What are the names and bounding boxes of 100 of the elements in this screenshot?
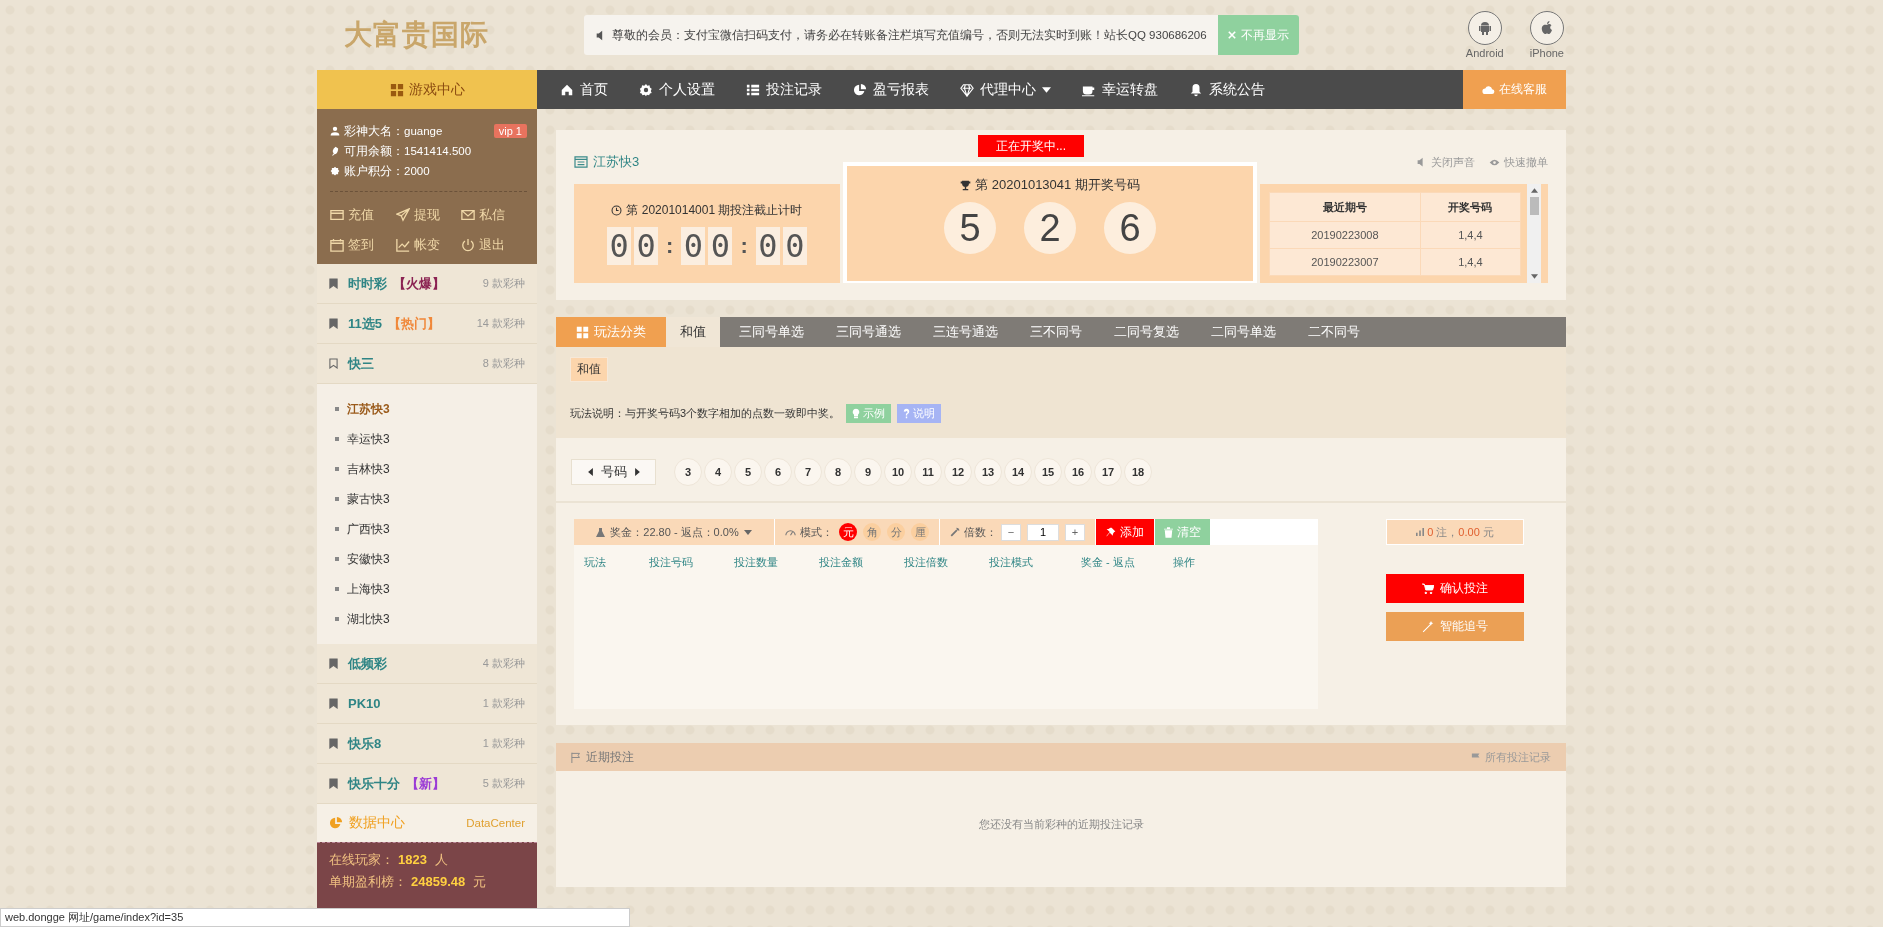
number-ball[interactable]: 14: [1004, 458, 1032, 486]
account-action-link[interactable]: 私信: [461, 202, 527, 228]
lottery-link[interactable]: 广西快3: [317, 514, 537, 544]
empty-message: 您还没有当前彩种的近期投注记录: [977, 817, 1145, 832]
number-ball[interactable]: 10: [884, 458, 912, 486]
cart-icon: [1422, 583, 1434, 594]
nav-link[interactable]: 代理中心: [960, 80, 1051, 99]
nav-link[interactable]: 投注记录: [746, 80, 822, 99]
nav-link[interactable]: 盈亏报表: [853, 80, 929, 99]
summary-text: 0 注，0.00 元: [1427, 524, 1494, 540]
account-info: 彩神大名：guange: [344, 123, 443, 139]
quick-cancel-link[interactable]: 快速撤单: [1489, 154, 1548, 170]
nav-link[interactable]: 幸运转盘: [1082, 80, 1158, 99]
lottery-category[interactable]: 11选5 【热门】 14 款彩种: [317, 304, 537, 344]
lottery-link[interactable]: 蒙古快3: [317, 484, 537, 514]
play-tab[interactable]: 三同号通选: [823, 317, 914, 347]
confirm-bet-button[interactable]: 确认投注: [1386, 574, 1524, 603]
recent-bets-title: 近期投注: [571, 748, 634, 766]
countdown-digit: 0: [607, 227, 632, 265]
column-header: 最近期号: [1269, 192, 1421, 222]
play-tab[interactable]: 三连号通选: [920, 317, 1011, 347]
gauge-icon: [785, 528, 796, 536]
sub-play-tab[interactable]: 和值: [570, 357, 608, 382]
countdown-digit: 0: [755, 227, 780, 265]
lottery-category[interactable]: 快三 8 款彩种: [317, 344, 537, 384]
lottery-link[interactable]: 吉林快3: [317, 454, 537, 484]
mute-sound-link[interactable]: 关闭声音: [1417, 154, 1475, 170]
number-ball[interactable]: 8: [824, 458, 852, 486]
play-tab[interactable]: 二同号复选: [1101, 317, 1192, 347]
wand-icon: [1422, 620, 1434, 633]
account-action-link[interactable]: 帐变: [395, 232, 462, 258]
number-ball[interactable]: 9: [854, 458, 882, 486]
category-count: 1 款彩种: [482, 736, 525, 751]
prize-selector[interactable]: 奖金：22.80 - 返点：0.0%: [574, 519, 774, 545]
pie-icon: [853, 82, 867, 97]
game-center-tab[interactable]: 游戏中心: [317, 70, 537, 109]
lottery-category[interactable]: 快乐8 1 款彩种: [317, 724, 537, 764]
play-description: 玩法说明：与开奖号码3个数字相加的点数一致即中奖。: [570, 406, 841, 421]
play-tab[interactable]: 三不同号: [1017, 317, 1095, 347]
table-cell: 1,4,4: [1420, 221, 1521, 249]
pin-icon: [1106, 527, 1116, 537]
play-tab[interactable]: 和值: [666, 317, 720, 347]
multiplier-input[interactable]: 1: [1027, 523, 1059, 541]
lottery-link[interactable]: 上海快3: [317, 574, 537, 604]
mode-option[interactable]: 厘: [911, 523, 929, 541]
scrollbar-thumb[interactable]: [1529, 197, 1539, 215]
mode-option[interactable]: 元: [839, 523, 857, 541]
number-ball[interactable]: 11: [914, 458, 942, 486]
number-ball[interactable]: 18: [1124, 458, 1152, 486]
play-tab[interactable]: 三同号单选: [726, 317, 817, 347]
column-header: 投注号码: [649, 555, 693, 570]
add-button[interactable]: 添加: [1096, 519, 1154, 545]
account-action-link[interactable]: 充值: [330, 202, 396, 228]
mode-option[interactable]: 分: [887, 523, 905, 541]
lottery-category[interactable]: PK10 1 款彩种: [317, 684, 537, 724]
lottery-link[interactable]: 湖北快3: [317, 604, 537, 634]
game-title: 江苏快3: [574, 153, 640, 171]
number-ball[interactable]: 12: [944, 458, 972, 486]
grid-icon: [576, 325, 589, 339]
column-header: 操作: [1173, 555, 1195, 570]
trash-icon: [1164, 526, 1173, 538]
lottery-link[interactable]: 幸运快3: [317, 424, 537, 454]
play-tab[interactable]: 二不同号: [1295, 317, 1373, 347]
category-name: 快乐十分: [348, 774, 400, 793]
mode-option[interactable]: 角: [863, 523, 881, 541]
countdown-digit: 0: [681, 227, 706, 265]
number-ball[interactable]: 3: [674, 458, 702, 486]
number-ball[interactable]: 5: [734, 458, 762, 486]
points-icon: [330, 166, 340, 176]
number-ball[interactable]: 6: [764, 458, 792, 486]
decrease-button[interactable]: −: [1001, 523, 1021, 541]
lottery-link[interactable]: 安徽快3: [317, 544, 537, 574]
account-action-link[interactable]: 签到: [330, 232, 396, 258]
money-icon: [330, 146, 340, 156]
nav-link[interactable]: 系统公告: [1189, 80, 1265, 99]
number-ball[interactable]: 13: [974, 458, 1002, 486]
account-action-link[interactable]: 退出: [461, 232, 527, 258]
lottery-link[interactable]: 江苏快3: [317, 394, 537, 424]
lottery-category[interactable]: 快乐十分 【新】 5 款彩种: [317, 764, 537, 804]
increase-button[interactable]: +: [1065, 523, 1085, 541]
scrollbar[interactable]: [1527, 184, 1542, 283]
number-ball[interactable]: 15: [1034, 458, 1062, 486]
flag-icon: [571, 751, 581, 763]
lottery-category[interactable]: 低频彩 4 款彩种: [317, 644, 537, 684]
multiplier-label: 倍数：: [964, 524, 997, 540]
number-ball[interactable]: 16: [1064, 458, 1092, 486]
number-ball[interactable]: 4: [704, 458, 732, 486]
account-action-link[interactable]: 提现: [395, 202, 462, 228]
play-tab[interactable]: 二同号单选: [1198, 317, 1289, 347]
site-logo: 大富贵国际: [344, 18, 490, 52]
table-cell: 20190223008: [1269, 221, 1421, 249]
number-ball[interactable]: 7: [794, 458, 822, 486]
nav-link[interactable]: 个人设置: [639, 80, 715, 99]
nav-link[interactable]: 首页: [560, 80, 608, 99]
number-ball[interactable]: 17: [1094, 458, 1122, 486]
category-tag: 【热门】: [388, 314, 440, 333]
category-count: 1 款彩种: [482, 696, 525, 711]
countdown-digit: 0: [634, 227, 659, 265]
caret-icon: [743, 529, 752, 535]
lottery-category[interactable]: 时时彩 【火爆】 9 款彩种: [317, 264, 537, 304]
